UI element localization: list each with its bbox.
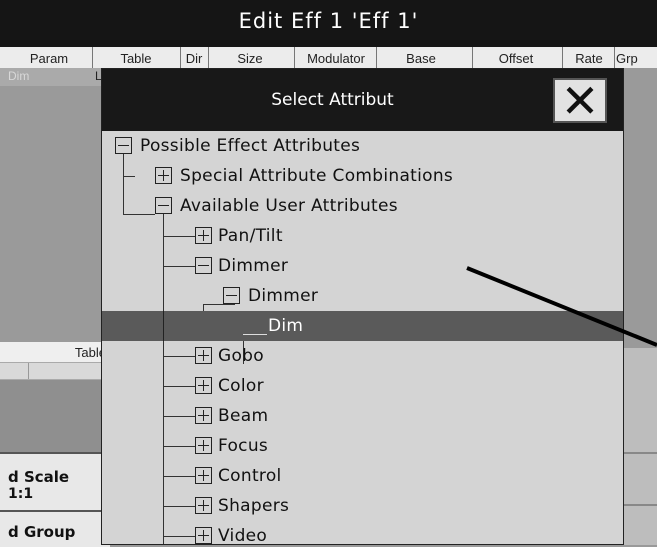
annotation-line (466, 266, 657, 347)
annotation-arrow (466, 266, 657, 347)
